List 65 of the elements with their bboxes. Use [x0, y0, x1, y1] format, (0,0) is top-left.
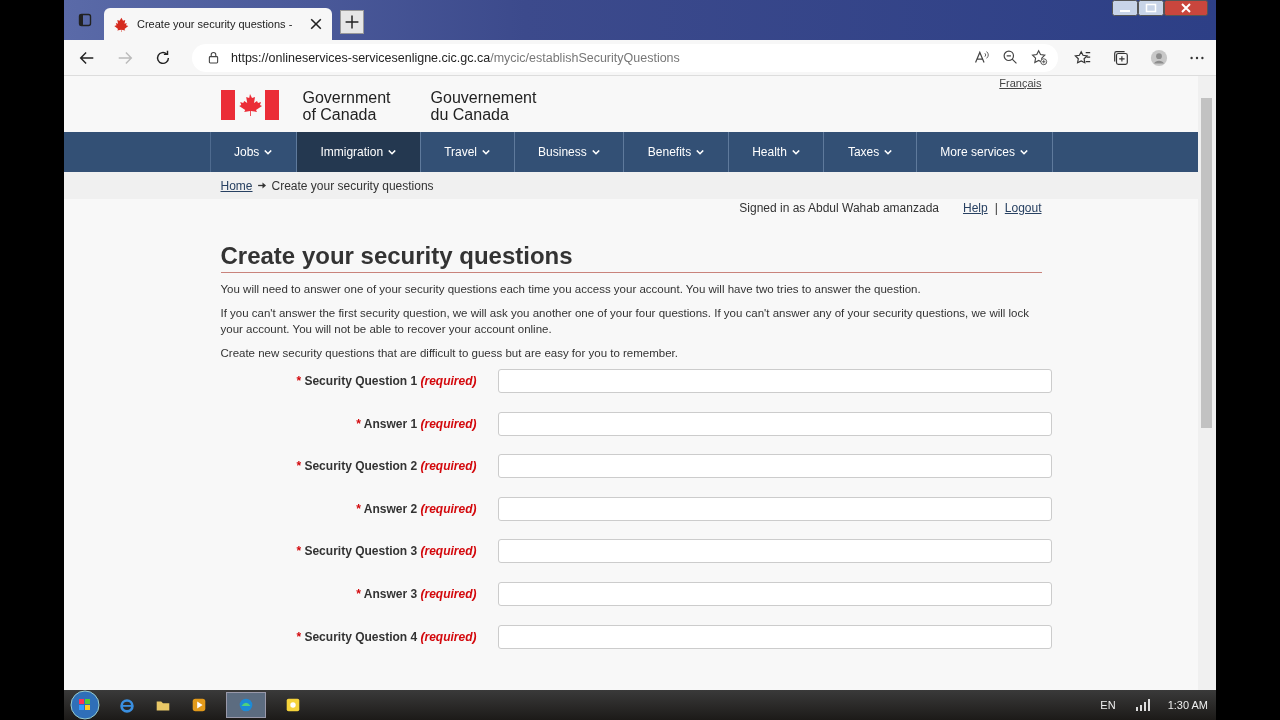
field-label: * Security Question 4 (required) — [295, 629, 477, 644]
caret-icon — [791, 149, 800, 155]
link-separator: | — [994, 201, 998, 215]
caret-icon — [591, 149, 600, 155]
tab-actions-icon[interactable] — [78, 13, 92, 27]
input-field[interactable] — [497, 369, 1052, 393]
caret-icon — [696, 149, 705, 155]
scrollbar[interactable] — [1198, 76, 1216, 690]
input-field[interactable] — [497, 624, 1052, 649]
arrow-icon — [257, 182, 267, 189]
signature-french: Gouvernement du Canada — [430, 89, 537, 123]
breadcrumb-link[interactable]: Home — [220, 178, 253, 193]
field-label: * Answer 3 (required) — [355, 586, 477, 601]
tab-title: Create your security questions - — [137, 18, 294, 30]
caret-icon — [884, 149, 893, 155]
caret-icon — [388, 149, 397, 155]
close-window-icon[interactable] — [1164, 0, 1208, 16]
field-label: * Security Question 3 (required) — [295, 544, 477, 559]
sticky-notes-icon[interactable] — [284, 696, 302, 714]
field-label: * Answer 1 (required) — [355, 416, 477, 431]
start-button-icon[interactable] — [70, 690, 100, 720]
maximize-icon[interactable] — [1138, 0, 1164, 16]
caret-icon — [1020, 149, 1028, 155]
input-field[interactable] — [497, 496, 1052, 521]
media-player-icon[interactable] — [190, 696, 208, 714]
clock-text[interactable]: 1:30 AM — [1167, 699, 1208, 711]
new-tab-icon[interactable] — [340, 10, 364, 34]
browser-icon — [237, 696, 255, 714]
input-field[interactable] — [497, 539, 1052, 564]
field-label: * Security Question 1 (required) — [295, 374, 477, 388]
close-icon[interactable] — [310, 18, 322, 30]
browser-tab[interactable]: Create your security questions - — [104, 8, 332, 40]
breadcrumb-current: Create your security questions — [271, 178, 434, 193]
instruction-text: If you can't answer the first security question, we will ask you another one of your four questions. If you can't answer any of your security questions, we will lock your account. You will not be able to recover your account online. — [220, 306, 1030, 337]
input-field[interactable] — [497, 581, 1052, 606]
caret-icon — [264, 149, 273, 155]
field-label: * Answer 2 (required) — [355, 501, 477, 516]
input-field[interactable] — [497, 411, 1052, 436]
menu-item[interactable]: Immigration — [296, 132, 421, 172]
maple-leaf-icon — [114, 16, 129, 32]
caret-icon — [482, 149, 491, 155]
favorites-icon[interactable] — [1074, 48, 1092, 67]
add-favorite-icon[interactable] — [1031, 49, 1048, 66]
collections-icon[interactable] — [1112, 48, 1130, 67]
reload-icon[interactable] — [154, 48, 172, 67]
signed-in-text: Signed in as Abdul Wahab amanzada — [739, 201, 939, 215]
address-bar[interactable]: https://onlineservices-servicesenligne.cic.gc.ca/mycic/establishSecurityQuestions — [192, 43, 1058, 72]
language-indicator[interactable]: EN — [1100, 699, 1116, 711]
input-field[interactable] — [497, 454, 1052, 479]
instruction-text: You will need to answer one of your security questions each time you access your account. You will have two tries to answer the question. — [220, 282, 922, 297]
read-aloud-icon[interactable] — [973, 49, 990, 66]
help-link[interactable]: Help — [963, 201, 988, 215]
minimize-icon[interactable] — [1112, 0, 1138, 16]
profile-avatar-icon[interactable] — [1150, 48, 1168, 67]
signature-english: Government of Canada — [302, 89, 391, 123]
network-signal-icon[interactable] — [1133, 699, 1150, 711]
url-text: https://onlineservices-servicesenligne.cic.gc.ca/mycic/establishSecurityQuestions — [231, 50, 680, 65]
canada-flag-icon — [220, 90, 279, 120]
logout-link[interactable]: Logout — [1004, 201, 1042, 215]
page-heading: Create your security questions — [220, 242, 1042, 273]
lock-icon — [208, 51, 219, 64]
zoom-out-icon[interactable] — [1002, 49, 1019, 66]
language-link[interactable]: Français — [999, 77, 1042, 89]
instruction-text: Create new security questions that are difficult to guess but are easy for you to remember. — [220, 346, 679, 361]
field-label: * Security Question 2 (required) — [295, 459, 477, 474]
